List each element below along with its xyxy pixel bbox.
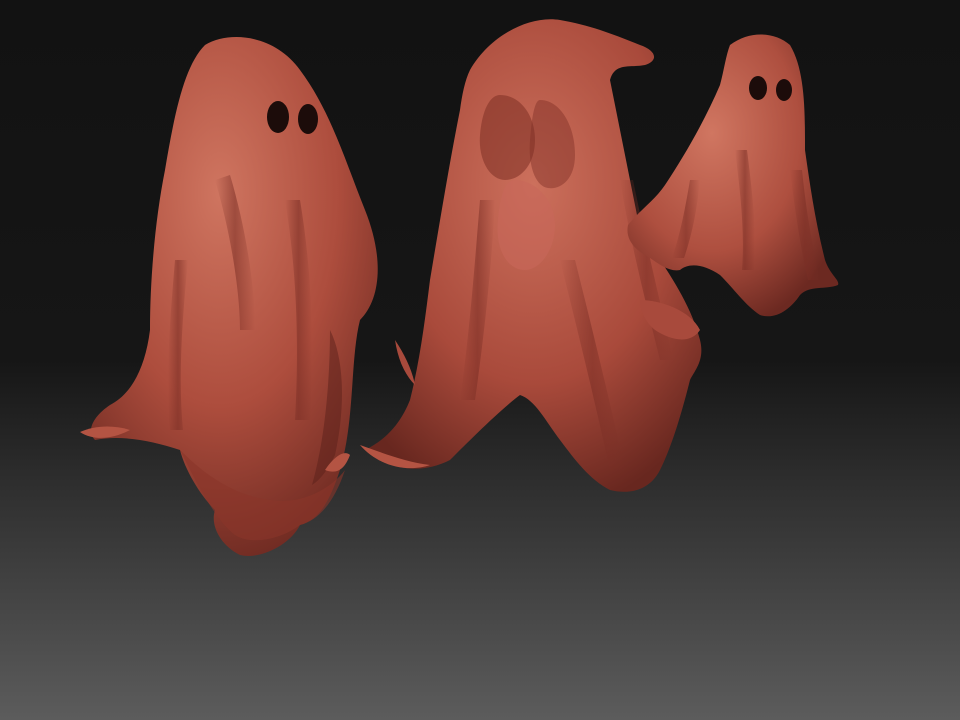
ghost-right-eye-left <box>749 76 767 100</box>
ghost-left-eye-left <box>267 101 289 133</box>
render-viewport[interactable] <box>0 0 960 720</box>
ghost-right-eye-right <box>776 79 792 101</box>
ghost-left-eye-right <box>298 104 318 134</box>
scene-canvas <box>0 0 960 720</box>
